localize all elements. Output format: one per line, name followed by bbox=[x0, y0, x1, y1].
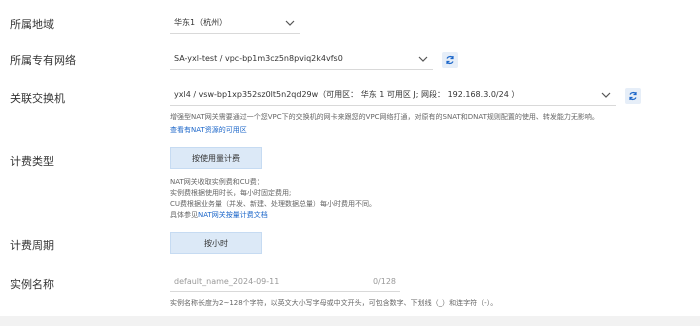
instance-name-input[interactable]: default_name_2024-09-11 0/128 bbox=[170, 272, 400, 292]
vpc-label: 所属专有网络 bbox=[10, 54, 76, 67]
refresh-icon[interactable] bbox=[442, 52, 458, 68]
vswitch-help-link[interactable]: 查看有NAT资源的可用区 bbox=[170, 124, 247, 136]
billing-help-prefix: 具体参见 bbox=[170, 211, 198, 219]
vpc-select[interactable]: SA-yxl-test / vpc-bp1m3cz5n8pviq2k4vfs0 bbox=[170, 48, 433, 70]
region-label: 所属地域 bbox=[10, 18, 54, 31]
refresh-icon[interactable] bbox=[625, 88, 641, 104]
vswitch-label: 关联交换机 bbox=[10, 92, 65, 105]
instance-name-placeholder: default_name_2024-09-11 bbox=[174, 277, 280, 286]
char-counter: 0/128 bbox=[372, 277, 396, 286]
chevron-down-icon bbox=[282, 15, 298, 31]
bottom-bar bbox=[0, 316, 700, 326]
region-select[interactable]: 华东1（杭州） bbox=[170, 12, 300, 34]
pay-by-hour-button[interactable]: 按小时 bbox=[170, 232, 262, 254]
pay-by-usage-button[interactable]: 按使用量计费 bbox=[170, 147, 262, 169]
chevron-down-icon bbox=[598, 87, 614, 103]
billing-doc-link[interactable]: NAT网关按量计费文档 bbox=[198, 211, 268, 219]
billing-period-label: 计费周期 bbox=[10, 239, 54, 252]
instance-name-help: 实例名称长度为2~128个字符，以英文大小写字母或中文开头，可包含数字、下划线（… bbox=[170, 299, 498, 307]
billing-type-label: 计费类型 bbox=[10, 155, 54, 168]
instance-name-label: 实例名称 bbox=[10, 278, 54, 291]
vpc-value: SA-yxl-test / vpc-bp1m3cz5n8pviq2k4vfs0 bbox=[174, 54, 343, 63]
chevron-down-icon bbox=[415, 51, 431, 67]
vswitch-value: yxl4 / vsw-bp1xp352sz0lt5n2qd29w（可用区： 华东… bbox=[174, 90, 520, 99]
region-value: 华东1（杭州） bbox=[174, 18, 228, 27]
vswitch-help: 增强型NAT网关需要通过一个您VPC下的交换机的网卡来跟您的VPC网络打通，对原… bbox=[170, 113, 599, 121]
billing-help-line4: 具体参见NAT网关按量计费文档 bbox=[170, 209, 268, 221]
vswitch-select[interactable]: yxl4 / vsw-bp1xp352sz0lt5n2qd29w（可用区： 华东… bbox=[170, 84, 616, 106]
